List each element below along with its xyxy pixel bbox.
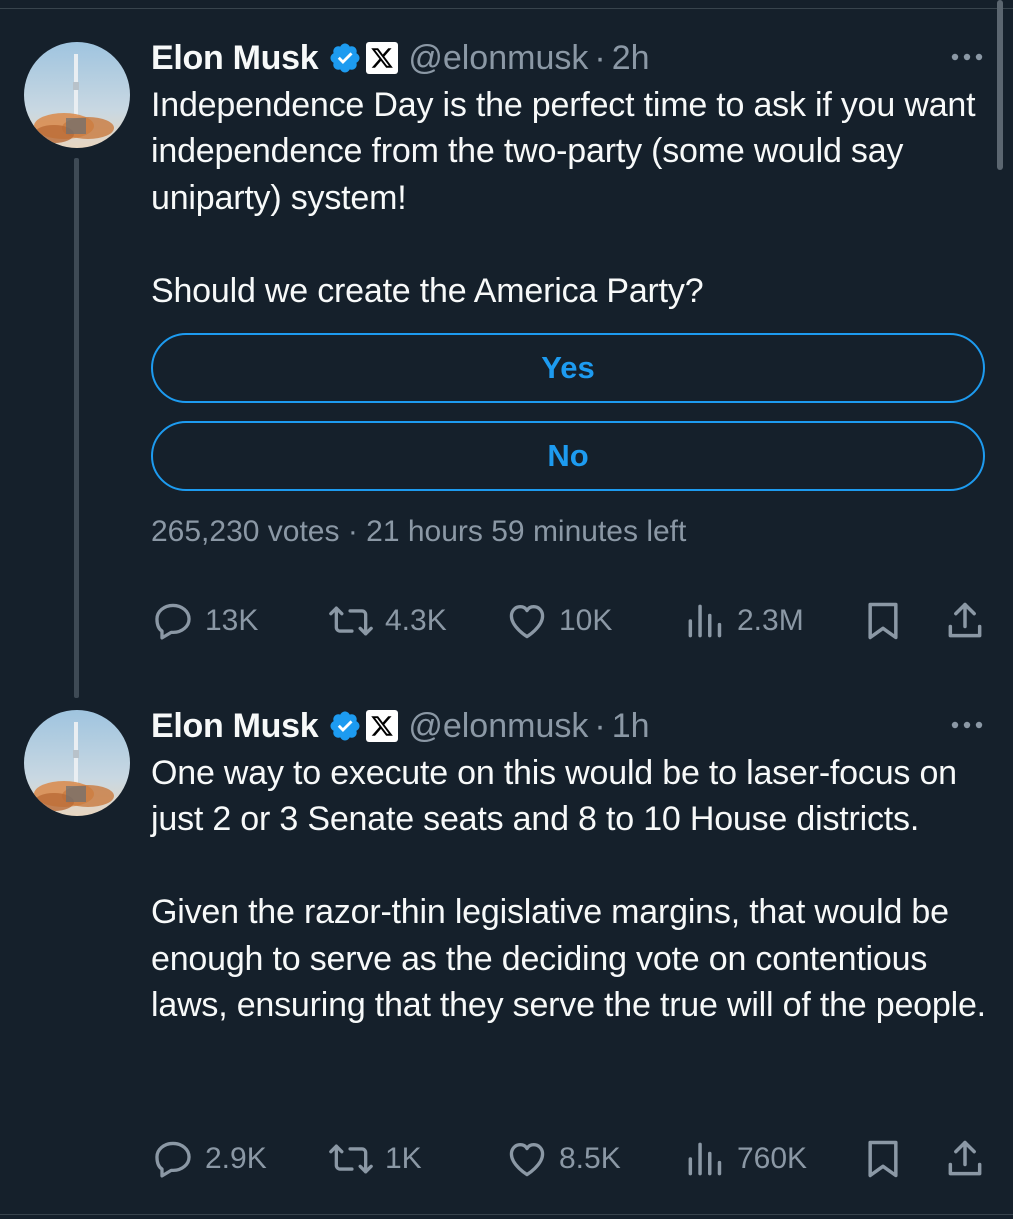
repost-icon: [329, 606, 373, 636]
tweet-text: Independence Day is the perfect time to …: [151, 82, 991, 314]
like-button[interactable]: 10K: [505, 596, 612, 646]
tweet-timestamp[interactable]: 2h: [612, 39, 650, 78]
top-divider: [0, 8, 1013, 9]
view-count: 2.3M: [737, 604, 804, 637]
analytics-icon: [688, 604, 722, 638]
tweet-paragraph: Given the razor-thin legislative margins…: [151, 893, 986, 1025]
poll-vote-count: 265,230 votes: [151, 515, 340, 548]
poll-option-yes[interactable]: Yes: [151, 333, 985, 403]
more-options-icon[interactable]: [949, 48, 985, 66]
repost-button[interactable]: 4.3K: [327, 596, 447, 646]
separator-dot: ·: [347, 515, 367, 548]
share-icon: [948, 1140, 982, 1176]
tweet-paragraph: One way to execute on this would be to l…: [151, 754, 957, 839]
view-count: 760K: [737, 1142, 808, 1175]
avatar[interactable]: [24, 42, 130, 148]
tweet-actions: 2.9K 1K 8.5K 760K: [151, 1134, 991, 1184]
heart-icon: [509, 605, 545, 639]
like-count: 10K: [559, 604, 613, 637]
tweet-header: Elon Musk @elonmusk · 2h: [151, 36, 650, 80]
x-logo-icon[interactable]: [366, 710, 399, 742]
x-logo-icon[interactable]: [366, 42, 399, 74]
views-button[interactable]: 760K: [683, 1134, 807, 1184]
repost-count: 4.3K: [385, 604, 447, 637]
repost-count: 1K: [385, 1142, 422, 1175]
tweet-paragraph: Should we create the America Party?: [151, 271, 704, 310]
bookmark-icon: [868, 1140, 898, 1178]
tweet[interactable]: Elon Musk @elonmusk · 1h One way to exec…: [0, 698, 1013, 1198]
like-count: 8.5K: [559, 1142, 621, 1175]
share-icon: [948, 602, 982, 638]
share-button[interactable]: [943, 596, 987, 646]
more-options-icon[interactable]: [949, 716, 985, 734]
repost-button[interactable]: 1K: [327, 1134, 422, 1184]
reply-count: 2.9K: [205, 1142, 267, 1175]
tweet-text: One way to execute on this would be to l…: [151, 750, 991, 1028]
separator-dot: ·: [594, 38, 606, 77]
heart-icon: [509, 1143, 545, 1177]
analytics-icon: [688, 1142, 722, 1176]
bookmark-button[interactable]: [861, 1134, 905, 1184]
verified-badge-icon[interactable]: [328, 41, 362, 75]
tweet-paragraph: Independence Day is the perfect time to …: [151, 86, 976, 217]
share-button[interactable]: [943, 1134, 987, 1184]
avatar[interactable]: [24, 710, 130, 816]
poll-meta: 265,230 votes · 21 hours 59 minutes left: [151, 515, 686, 549]
tweet[interactable]: Elon Musk @elonmusk · 2h Independence Da…: [0, 30, 1013, 698]
author-name[interactable]: Elon Musk: [151, 707, 319, 746]
like-button[interactable]: 8.5K: [505, 1134, 621, 1184]
reply-button[interactable]: 13K: [151, 596, 258, 646]
thread-connector-line: [74, 158, 79, 698]
author-handle[interactable]: @elonmusk: [408, 39, 588, 78]
author-handle[interactable]: @elonmusk: [408, 707, 588, 746]
reply-icon: [155, 1141, 191, 1178]
reply-button[interactable]: 2.9K: [151, 1134, 267, 1184]
bookmark-icon: [868, 602, 898, 640]
views-button[interactable]: 2.3M: [683, 596, 804, 646]
reply-count: 13K: [205, 604, 259, 637]
repost-icon: [329, 1144, 373, 1174]
tweet-actions: 13K 4.3K 10K 2.3M: [151, 596, 991, 646]
bookmark-button[interactable]: [861, 596, 905, 646]
separator-dot: ·: [594, 706, 606, 745]
reply-icon: [155, 603, 191, 640]
author-name[interactable]: Elon Musk: [151, 39, 319, 78]
poll-option-no[interactable]: No: [151, 421, 985, 491]
poll-time-left: 21 hours 59 minutes left: [366, 515, 687, 548]
tweet-header: Elon Musk @elonmusk · 1h: [151, 704, 650, 748]
verified-badge-icon[interactable]: [328, 709, 362, 743]
tweet-timestamp[interactable]: 1h: [612, 707, 650, 746]
bottom-divider: [0, 1214, 1013, 1215]
